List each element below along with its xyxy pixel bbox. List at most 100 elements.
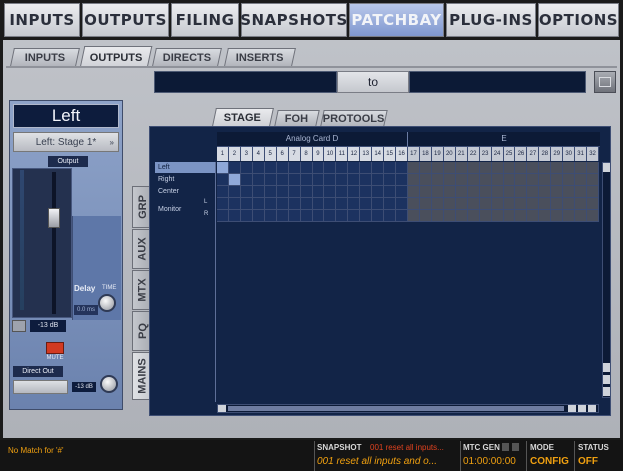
patch-cell[interactable] bbox=[217, 186, 229, 198]
patch-cell[interactable] bbox=[575, 162, 588, 174]
patch-cell[interactable] bbox=[515, 162, 528, 174]
patch-cell[interactable] bbox=[575, 174, 588, 186]
patch-cell[interactable] bbox=[431, 162, 444, 174]
tab-patchbay[interactable]: PATCHBAY bbox=[349, 3, 444, 37]
patch-cell[interactable] bbox=[587, 198, 599, 210]
subtab-inserts[interactable]: INSERTS bbox=[224, 48, 296, 66]
patch-cell[interactable] bbox=[264, 174, 277, 186]
patch-cell[interactable] bbox=[384, 210, 397, 222]
patch-cell[interactable] bbox=[455, 198, 468, 210]
patch-cell[interactable] bbox=[575, 186, 588, 198]
patch-cell[interactable] bbox=[479, 162, 492, 174]
horizontal-scroll-thumb[interactable] bbox=[228, 406, 564, 411]
patch-cell[interactable] bbox=[336, 162, 349, 174]
snapshot-detail[interactable]: 001 reset all inputs and o... bbox=[317, 456, 437, 467]
patch-cell[interactable] bbox=[324, 162, 337, 174]
patch-cell[interactable] bbox=[419, 174, 432, 186]
tab-filing[interactable]: FILING bbox=[171, 3, 239, 37]
patch-cell[interactable] bbox=[408, 210, 420, 222]
patch-cell[interactable] bbox=[503, 162, 516, 174]
patch-cell[interactable] bbox=[288, 174, 301, 186]
patch-cell[interactable] bbox=[515, 198, 528, 210]
patch-cell[interactable] bbox=[264, 186, 277, 198]
patch-cell[interactable] bbox=[372, 174, 385, 186]
patch-cell[interactable] bbox=[479, 186, 492, 198]
patch-cell[interactable] bbox=[217, 174, 229, 186]
patch-cell[interactable] bbox=[228, 174, 241, 186]
row-label-center[interactable]: Center bbox=[155, 186, 215, 197]
row-label-right[interactable]: Right bbox=[155, 174, 215, 185]
patch-cell[interactable] bbox=[348, 186, 361, 198]
patch-cell[interactable] bbox=[240, 198, 253, 210]
patch-cell[interactable] bbox=[348, 198, 361, 210]
patch-cell[interactable] bbox=[563, 162, 576, 174]
patch-cell[interactable] bbox=[539, 174, 552, 186]
patch-cell[interactable] bbox=[336, 186, 349, 198]
patch-cell[interactable] bbox=[252, 186, 265, 198]
patch-cell[interactable] bbox=[276, 210, 289, 222]
patch-cell[interactable] bbox=[217, 210, 229, 222]
patch-cell[interactable] bbox=[455, 210, 468, 222]
patch-cell[interactable] bbox=[288, 210, 301, 222]
range-apply-button[interactable] bbox=[594, 71, 616, 93]
patch-cell[interactable] bbox=[587, 186, 599, 198]
patch-cell[interactable] bbox=[539, 198, 552, 210]
scroll-right-icon[interactable] bbox=[588, 405, 596, 412]
patch-cell[interactable] bbox=[300, 174, 313, 186]
patch-cell[interactable] bbox=[527, 186, 540, 198]
scroll-left-icon[interactable] bbox=[218, 405, 226, 412]
patch-cell[interactable] bbox=[455, 174, 468, 186]
subtab-inputs[interactable]: INPUTS bbox=[10, 48, 80, 66]
patch-cell[interactable] bbox=[372, 198, 385, 210]
gridtab-stage[interactable]: STAGE bbox=[212, 108, 274, 126]
patch-cell[interactable] bbox=[276, 198, 289, 210]
patch-cell[interactable] bbox=[396, 162, 408, 174]
patch-cell[interactable] bbox=[443, 186, 456, 198]
tab-plug-ins[interactable]: PLUG-INS bbox=[446, 3, 536, 37]
patch-cell[interactable] bbox=[312, 174, 325, 186]
patch-cell[interactable] bbox=[551, 162, 564, 174]
patch-cell[interactable] bbox=[348, 162, 361, 174]
patch-cell[interactable] bbox=[515, 174, 528, 186]
patch-cell[interactable] bbox=[312, 210, 325, 222]
patch-cell[interactable] bbox=[300, 210, 313, 222]
patch-cell[interactable] bbox=[515, 186, 528, 198]
patch-cell[interactable] bbox=[360, 162, 373, 174]
patch-cell[interactable] bbox=[503, 198, 516, 210]
patch-cell[interactable] bbox=[228, 198, 241, 210]
scroll-down-icon[interactable] bbox=[603, 387, 610, 396]
scroll-page-left-icon[interactable] bbox=[568, 405, 576, 412]
patch-cell[interactable] bbox=[384, 162, 397, 174]
patch-cell[interactable] bbox=[312, 198, 325, 210]
patch-cell[interactable] bbox=[527, 210, 540, 222]
patch-cell[interactable] bbox=[503, 210, 516, 222]
patch-cell[interactable] bbox=[431, 210, 444, 222]
patch-cell[interactable] bbox=[324, 210, 337, 222]
patch-cell[interactable] bbox=[360, 198, 373, 210]
patch-cell[interactable] bbox=[372, 210, 385, 222]
patch-cell[interactable] bbox=[300, 162, 313, 174]
patch-cell[interactable] bbox=[228, 162, 241, 174]
tab-outputs[interactable]: OUTPUTS bbox=[82, 3, 169, 37]
patch-cell[interactable] bbox=[587, 174, 599, 186]
patch-cell[interactable] bbox=[264, 210, 277, 222]
range-from-field[interactable] bbox=[154, 71, 337, 93]
patch-cell[interactable] bbox=[479, 198, 492, 210]
patch-cell[interactable] bbox=[228, 210, 241, 222]
patch-cell[interactable] bbox=[336, 198, 349, 210]
range-to-field[interactable] bbox=[409, 71, 586, 93]
patch-cell[interactable] bbox=[336, 174, 349, 186]
patch-cell[interactable] bbox=[467, 198, 480, 210]
patch-cell[interactable] bbox=[491, 198, 504, 210]
patch-cell[interactable] bbox=[276, 174, 289, 186]
tab-inputs[interactable]: INPUTS bbox=[4, 3, 80, 37]
patch-cell[interactable] bbox=[408, 198, 420, 210]
output-fader-knob[interactable] bbox=[48, 208, 60, 228]
patch-cell[interactable] bbox=[563, 186, 576, 198]
patch-cell[interactable] bbox=[479, 210, 492, 222]
patch-cell[interactable] bbox=[431, 198, 444, 210]
patch-cell[interactable] bbox=[240, 162, 253, 174]
patch-cell[interactable] bbox=[252, 162, 265, 174]
mtc-play-icon[interactable] bbox=[512, 443, 519, 451]
patch-cell[interactable] bbox=[539, 210, 552, 222]
